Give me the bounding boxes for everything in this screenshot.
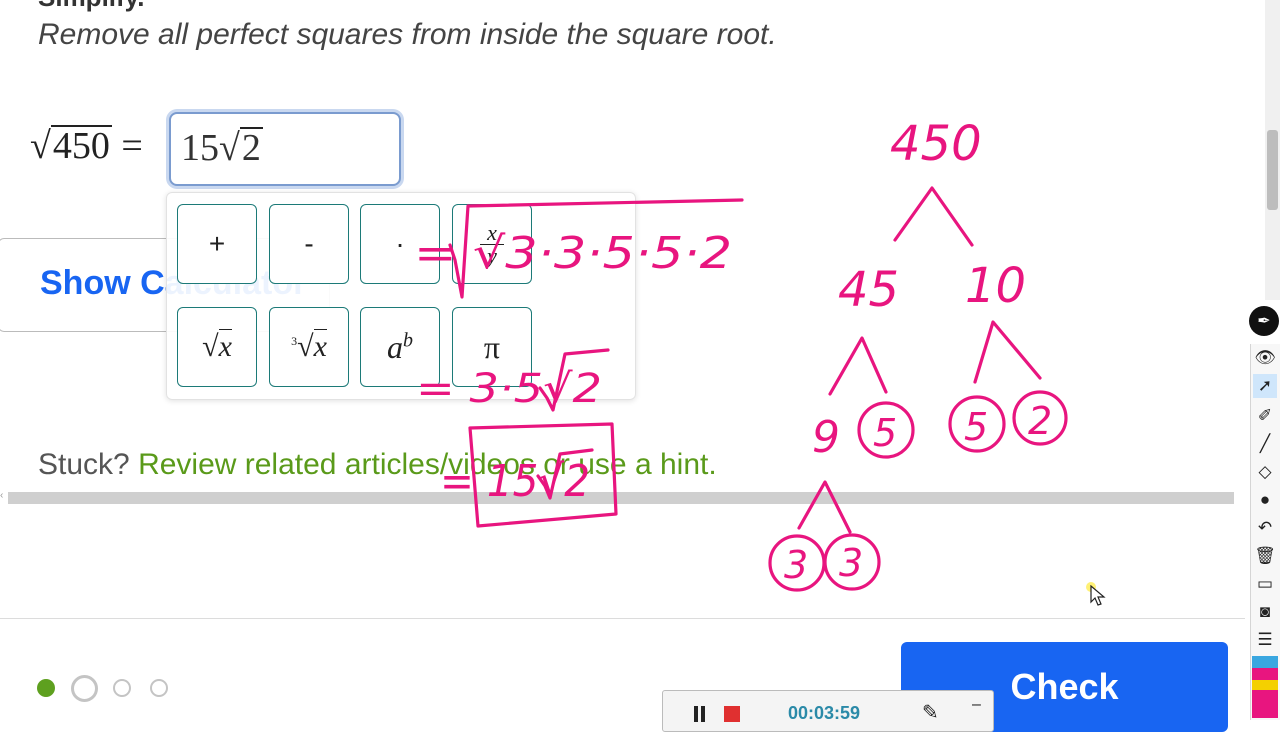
- color-palette-icon[interactable]: [1252, 656, 1278, 718]
- key-minus-label: -: [304, 228, 314, 259]
- ink-circle: [857, 401, 915, 459]
- answer-radicand: 2: [239, 127, 263, 169]
- pen-tool-icon[interactable]: ✒: [1249, 306, 1279, 336]
- lhs-radicand: 450: [50, 125, 112, 167]
- key-minus[interactable]: -: [269, 204, 349, 284]
- answer-input[interactable]: 15√2: [169, 112, 401, 186]
- clipboard-icon[interactable]: ☰: [1253, 628, 1277, 652]
- ink-factor-45: 45: [838, 262, 899, 318]
- key-plus-label: +: [208, 228, 226, 259]
- ink-circle: [1012, 390, 1068, 446]
- dot-icon[interactable]: ●: [1253, 488, 1277, 512]
- stuck-hint: Stuck? Review related articles/videos or…: [38, 448, 717, 482]
- sqrt-symbol-icon: √: [30, 125, 51, 167]
- scroll-left-arrow-icon[interactable]: ‹: [0, 490, 8, 504]
- minimize-icon[interactable]: –: [972, 696, 981, 714]
- answer-coefficient: 15: [181, 127, 219, 169]
- stuck-prefix: Stuck?: [38, 448, 130, 481]
- key-dot-label: ·: [395, 228, 405, 259]
- ink-branch: [797, 480, 852, 534]
- key-cube-root[interactable]: 3√x: [269, 307, 349, 387]
- square-root-icon: √x: [202, 329, 232, 363]
- equation-lhs: √450 =: [30, 124, 143, 168]
- highlighter-icon[interactable]: ✐: [1253, 404, 1277, 428]
- trash-icon[interactable]: 🗑: [1253, 544, 1277, 568]
- progress-dot: [113, 679, 131, 697]
- ink-factor-9: 9: [812, 412, 840, 463]
- key-plus[interactable]: +: [177, 204, 257, 284]
- ink-circle: [823, 533, 881, 591]
- check-button-label: Check: [1010, 666, 1119, 707]
- ink-factor-5: 5: [873, 411, 897, 455]
- ink-circle: [948, 395, 1006, 453]
- camera-icon[interactable]: ◙: [1253, 600, 1277, 624]
- fraction-icon: x: [487, 219, 497, 245]
- ink-factor-3: 3: [839, 541, 863, 585]
- ink-branch: [973, 320, 1042, 384]
- equals-sign: =: [121, 125, 143, 167]
- key-multiply-dot[interactable]: ·: [360, 204, 440, 284]
- vertical-scrollbar-thumb[interactable]: [1267, 130, 1278, 210]
- exponent-icon: ab: [387, 328, 413, 365]
- key-square-root[interactable]: √x: [177, 307, 257, 387]
- hint-link[interactable]: Review related articles/videos or use a …: [138, 448, 717, 481]
- ink-branch: [893, 186, 974, 247]
- problem-heading: Simplify.: [38, 0, 144, 13]
- undo-icon[interactable]: ↶: [1253, 516, 1277, 540]
- sqrt-symbol-icon: √: [219, 127, 240, 169]
- ink-factor-450: 450: [890, 116, 982, 172]
- problem-instruction: Remove all perfect squares from inside t…: [38, 18, 777, 51]
- eraser-icon[interactable]: ◇: [1253, 460, 1277, 484]
- eye-icon[interactable]: 👁: [1253, 346, 1277, 370]
- cube-root-icon: 3√x: [291, 329, 327, 363]
- ink-branch: [828, 336, 888, 396]
- ink-circle: [768, 534, 826, 592]
- cursor-icon[interactable]: ➚: [1253, 374, 1277, 398]
- pen-icon[interactable]: ✎: [922, 700, 939, 725]
- key-fraction[interactable]: x y: [452, 204, 532, 284]
- progress-dot: [150, 679, 168, 697]
- progress-dot-complete: [37, 679, 55, 697]
- progress-dot-current: [71, 675, 98, 702]
- key-exponent[interactable]: ab: [360, 307, 440, 387]
- ink-factor-3: 3: [784, 543, 808, 587]
- whiteboard-icon[interactable]: ▭: [1253, 572, 1277, 596]
- recorder-time: 00:03:59: [788, 703, 861, 723]
- key-pi[interactable]: π: [452, 307, 532, 387]
- mouse-cursor-icon: [1090, 585, 1106, 606]
- ink-factor-5: 5: [964, 405, 988, 449]
- ink-factor-2: 2: [1028, 399, 1052, 443]
- line-icon[interactable]: ╱: [1253, 432, 1277, 456]
- footer-divider: [0, 618, 1245, 619]
- ink-factor-10: 10: [965, 258, 1026, 314]
- horizontal-scrollbar[interactable]: [8, 492, 1234, 504]
- pi-icon: π: [483, 328, 501, 365]
